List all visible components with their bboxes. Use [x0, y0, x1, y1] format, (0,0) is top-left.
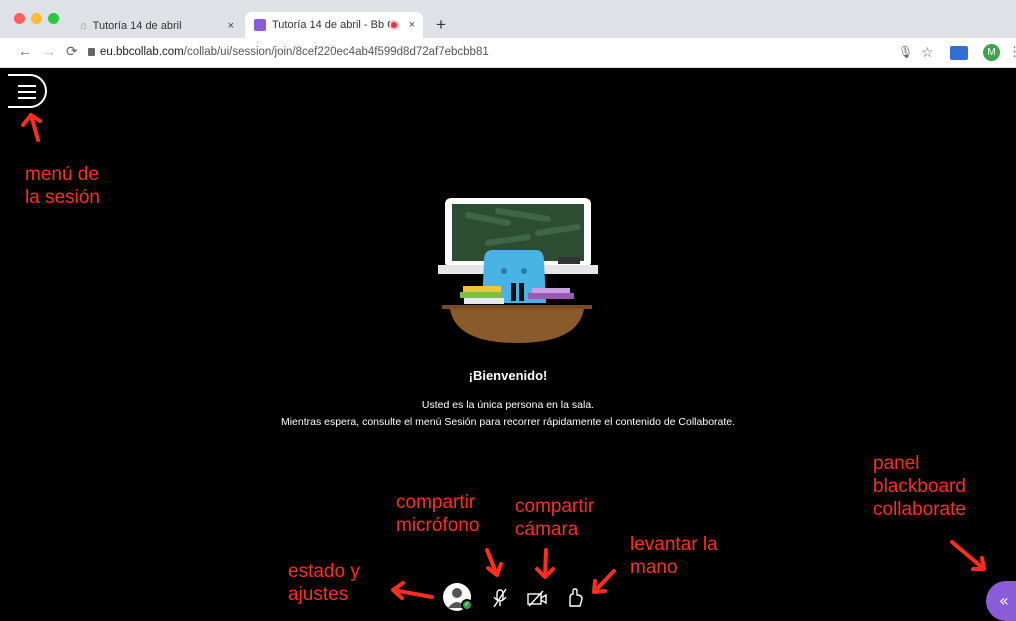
annotation-share-microphone: compartir micrófono: [396, 492, 480, 536]
tab-favicon-icon: [254, 19, 266, 31]
lock-icon: [88, 48, 95, 56]
extension-icon[interactable]: [950, 46, 968, 60]
window-minimize-button[interactable]: [31, 13, 42, 24]
window-close-button[interactable]: [14, 13, 25, 24]
tab-favicon-icon: ⌂: [80, 20, 87, 32]
tab-label: Tutoría 14 de abril - Bb Col: [272, 19, 390, 31]
annotation-collaborate-panel: panel blackboard collaborate: [873, 453, 966, 520]
more-menu-icon[interactable]: ⋮: [1008, 44, 1016, 60]
browser-toolbar: ← → ⟳ eu.bbcollab.com/collab/ui/session/…: [0, 38, 1016, 68]
annotation-status-settings: estado y ajustes: [288, 561, 360, 605]
annotation-arrows: [21, 113, 986, 600]
tab-close-icon[interactable]: ×: [228, 20, 234, 32]
session-stage: ¡Bienvenido! Usted es la única persona e…: [0, 68, 1016, 621]
url-path: /collab/ui/session/join/8cef220ec4ab4f59…: [183, 46, 489, 58]
recording-icon: [389, 20, 399, 30]
forward-arrow-icon[interactable]: →: [42, 43, 56, 59]
url-domain: eu.bbcollab.com: [100, 46, 184, 58]
bookmark-star-icon[interactable]: ☆: [921, 44, 934, 61]
annotation-raise-hand: levantar la mano: [630, 534, 718, 578]
new-tab-button[interactable]: +: [436, 15, 446, 35]
annotation-share-camera: compartir cámara: [515, 496, 595, 540]
tab-tutoria-2[interactable]: Tutoría 14 de abril - Bb Col ×: [245, 12, 423, 38]
back-arrow-icon[interactable]: ←: [18, 43, 32, 59]
browser-tab-bar: ⌂ Tutoría 14 de abril × Tutoría 14 de ab…: [0, 0, 1016, 38]
microphone-status-icon[interactable]: 🎙: [898, 45, 913, 59]
profile-avatar[interactable]: M: [983, 44, 1000, 61]
reload-icon[interactable]: ⟳: [66, 43, 78, 60]
tab-tutoria-1[interactable]: ⌂ Tutoría 14 de abril ×: [72, 14, 242, 38]
address-bar[interactable]: eu.bbcollab.com/collab/ui/session/join/8…: [100, 46, 489, 58]
annotation-session-menu: menú de la sesión: [25, 164, 100, 208]
tab-close-icon[interactable]: ×: [409, 19, 415, 31]
window-maximize-button[interactable]: [48, 13, 59, 24]
tab-label: Tutoría 14 de abril: [92, 20, 182, 32]
